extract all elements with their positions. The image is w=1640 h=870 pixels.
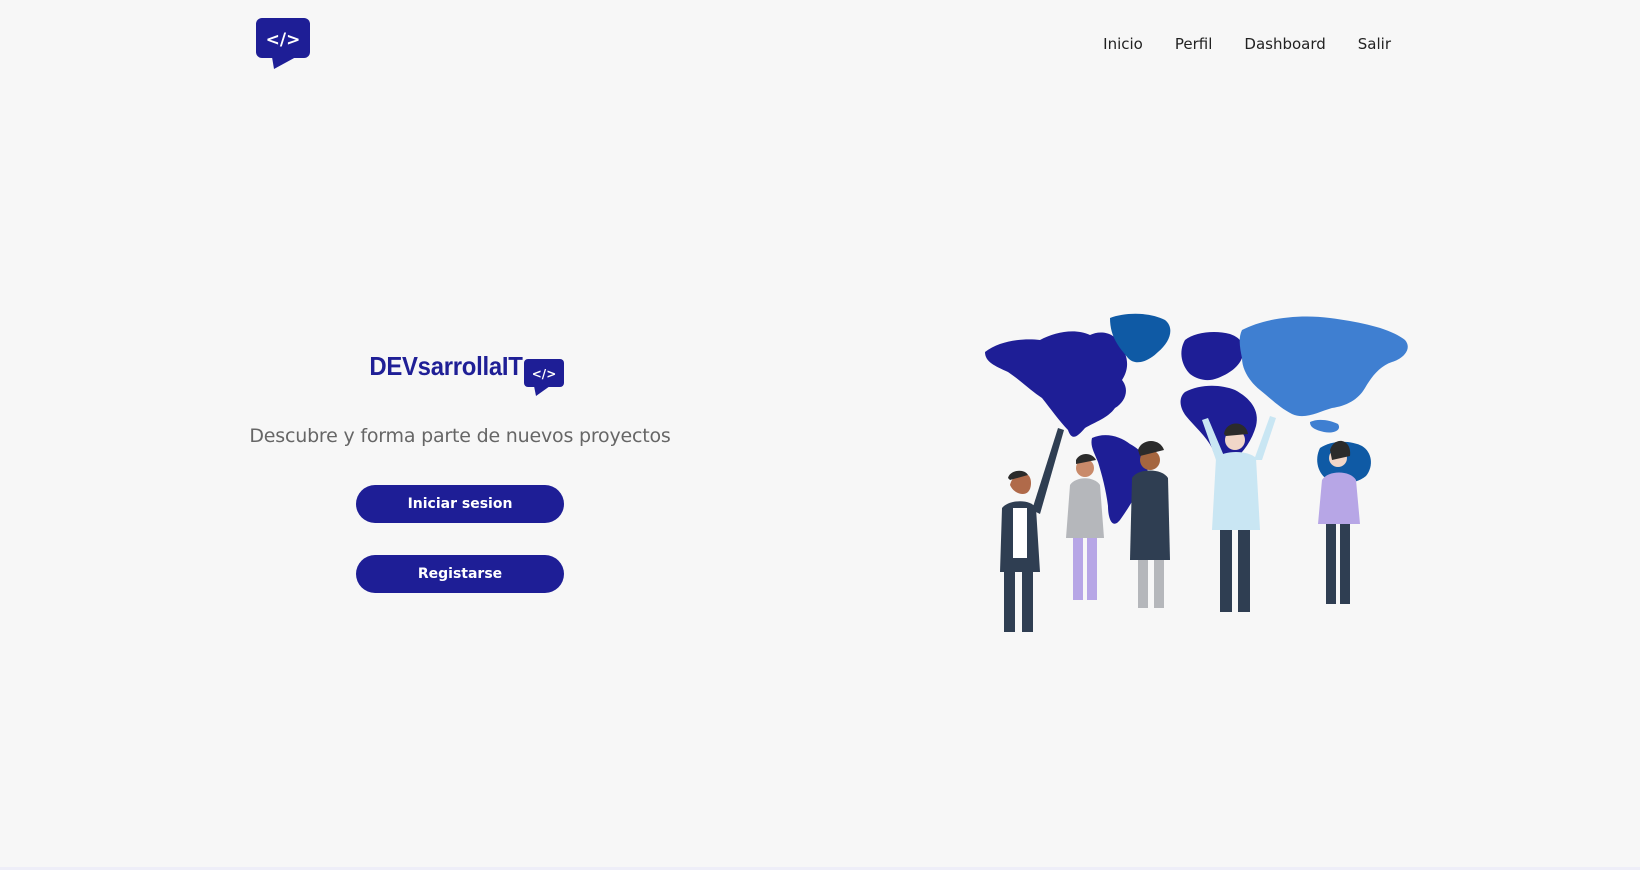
code-chat-bubble-icon: </> bbox=[524, 359, 565, 396]
brand-name: DEVsarrollaIT bbox=[369, 351, 523, 381]
main-nav: Inicio Perfil Dashboard Salir bbox=[1087, 30, 1391, 58]
tagline: Descubre y forma parte de nuevos proyect… bbox=[249, 425, 671, 447]
logo-icon[interactable]: </> bbox=[256, 18, 310, 70]
person-2 bbox=[1066, 454, 1104, 600]
hero-section: DEVsarrollaIT </> Descubre y forma parte… bbox=[240, 345, 680, 593]
map-north-america bbox=[985, 331, 1128, 437]
brand-logo-glyph: </> bbox=[532, 367, 557, 381]
brand-wordmark: DEVsarrollaIT </> bbox=[356, 345, 565, 397]
nav-item-inicio[interactable]: Inicio bbox=[1087, 30, 1159, 58]
nav-item-perfil[interactable]: Perfil bbox=[1159, 30, 1229, 58]
map-europe bbox=[1181, 332, 1245, 381]
map-asia bbox=[1239, 316, 1408, 417]
register-button[interactable]: Registarse bbox=[356, 555, 564, 593]
logo-glyph: </> bbox=[266, 30, 301, 50]
person-1 bbox=[1000, 428, 1064, 632]
map-indonesia bbox=[1310, 419, 1340, 433]
person-4 bbox=[1202, 416, 1276, 612]
nav-item-dashboard[interactable]: Dashboard bbox=[1228, 30, 1341, 58]
login-button[interactable]: Iniciar sesion bbox=[356, 485, 564, 523]
people-world-map-illustration bbox=[985, 313, 1408, 632]
nav-item-salir[interactable]: Salir bbox=[1342, 30, 1391, 58]
